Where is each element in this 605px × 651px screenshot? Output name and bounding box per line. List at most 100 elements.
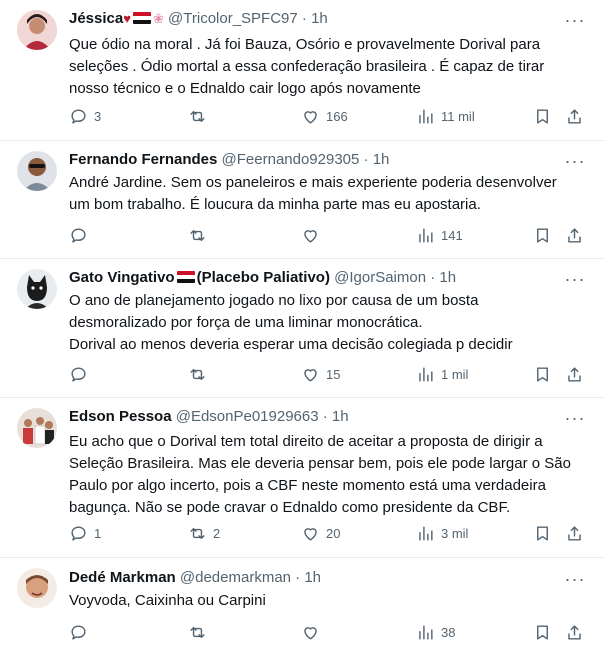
tweet-gato-vingativo[interactable]: Gato Vingativo (Placebo Paliativo) @IgorS… — [0, 259, 605, 398]
tweet-text-line: Dorival ao menos deveria esperar uma dec… — [69, 336, 513, 353]
separator-dot: · — [301, 10, 307, 27]
views-icon — [419, 227, 433, 243]
tweet-text-line: seleções . Ódio mortal a essa confederaç… — [69, 58, 545, 75]
views-button[interactable]: 1 mil — [416, 363, 468, 385]
user-handle[interactable]: @Feernando929305 — [222, 151, 360, 168]
timestamp[interactable]: 1h — [439, 269, 456, 286]
bookmark-button[interactable] — [533, 621, 552, 643]
tweet-header: Fernando Fernandes @Feernando929305 · 1h — [69, 150, 565, 170]
reply-icon — [71, 366, 86, 382]
timestamp[interactable]: 1h — [332, 408, 349, 425]
tweet-text-line: bagunça. Não se pode cravar o Ednaldo co… — [69, 499, 511, 516]
timestamp[interactable]: 1h — [304, 569, 321, 586]
avatar[interactable] — [17, 269, 57, 309]
share-icon — [568, 366, 581, 382]
repost-button[interactable] — [188, 105, 213, 127]
separator-dot: · — [363, 151, 369, 168]
repost-icon — [190, 368, 205, 380]
more-icon[interactable]: ··· — [563, 11, 587, 34]
like-icon — [304, 626, 317, 640]
tweet-text-line: Que ódio na moral . Já foi Bauza, Osório… — [69, 36, 541, 53]
like-count: 15 — [326, 366, 341, 382]
reply-button[interactable]: 3 — [69, 105, 101, 127]
like-icon — [304, 229, 317, 243]
repost-button[interactable] — [188, 363, 213, 385]
avatar[interactable] — [17, 568, 57, 608]
bookmark-icon — [537, 624, 548, 640]
repost-count: 2 — [213, 525, 221, 541]
tweet-header: Gato Vingativo (Placebo Paliativo) @IgorS… — [69, 268, 565, 288]
tweet-header: Dedé Markman @dedemarkman · 1h — [69, 568, 565, 588]
like-icon — [304, 368, 317, 382]
display-name-suffix[interactable]: (Placebo Paliativo) — [197, 269, 330, 286]
tweet-dede-markman[interactable]: Dedé Markman @dedemarkman · 1h ··· Voyvo… — [0, 558, 605, 651]
timestamp[interactable]: 1h — [373, 151, 390, 168]
views-button[interactable]: 11 mil — [416, 105, 475, 127]
views-icon — [419, 108, 433, 124]
display-name[interactable]: Jéssica — [69, 10, 123, 27]
repost-icon — [190, 110, 205, 122]
like-button[interactable]: 20 — [301, 522, 340, 544]
reply-count: 1 — [94, 525, 102, 541]
share-button[interactable] — [565, 224, 584, 246]
tweet-text: Eu acho que o Dorival tem total direito … — [69, 431, 585, 519]
tweet-actions: 1 2 20 3 mil — [69, 522, 589, 544]
like-button[interactable]: 166 — [301, 105, 348, 127]
share-button[interactable] — [565, 363, 584, 385]
user-handle[interactable]: @dedemarkman — [180, 569, 291, 586]
tweet-text-line: Voyvoda, Caixinha ou Carpini — [69, 592, 266, 609]
repost-button[interactable]: 2 — [188, 522, 220, 544]
views-icon — [419, 624, 433, 640]
reply-button[interactable] — [69, 363, 94, 385]
tweet-header: Jéssica♥ ❀ @Tricolor_SPFC97 · 1h — [69, 9, 565, 29]
avatar[interactable] — [17, 151, 57, 191]
bookmark-button[interactable] — [533, 363, 552, 385]
views-count: 1 mil — [441, 366, 469, 382]
views-button[interactable]: 3 mil — [416, 522, 468, 544]
avatar[interactable] — [17, 408, 57, 448]
views-button[interactable]: 38 — [416, 621, 455, 643]
tweet-actions: 38 — [69, 621, 589, 643]
tweet-text-line: André Jardine. Sem os paneleiros e mais … — [69, 174, 557, 191]
tweet-text-line: desmoralizado por força de uma liminar m… — [69, 314, 423, 331]
reply-button[interactable] — [69, 224, 94, 246]
reply-icon — [71, 624, 86, 640]
like-button[interactable] — [301, 621, 326, 643]
tweet-edson-pessoa[interactable]: Edson Pessoa @EdsonPe01929663 · 1h ··· E… — [0, 398, 605, 558]
separator-dot: · — [295, 569, 301, 586]
share-button[interactable] — [565, 105, 584, 127]
more-icon[interactable]: ··· — [563, 409, 587, 432]
share-button[interactable] — [565, 621, 584, 643]
display-name[interactable]: Fernando Fernandes — [69, 151, 217, 168]
bookmark-button[interactable] — [533, 105, 552, 127]
user-handle[interactable]: @Tricolor_SPFC97 — [168, 10, 298, 27]
views-icon — [419, 525, 433, 541]
separator-dot: · — [430, 269, 436, 286]
user-handle[interactable]: @EdsonPe01929663 — [176, 408, 319, 425]
tweet-text: André Jardine. Sem os paneleiros e mais … — [69, 172, 585, 216]
repost-button[interactable] — [188, 224, 213, 246]
display-name[interactable]: Edson Pessoa — [69, 408, 172, 425]
views-button[interactable]: 141 — [416, 224, 463, 246]
reply-button[interactable] — [69, 621, 94, 643]
like-button[interactable]: 15 — [301, 363, 340, 385]
tweet-text-line: Seleção Brasileira. Mas ele deveria pens… — [69, 455, 571, 472]
display-name[interactable]: Dedé Markman — [69, 569, 176, 586]
timestamp[interactable]: 1h — [311, 10, 328, 27]
tweet-text-line: nosso técnico e o Ednaldo cair logo após… — [69, 80, 421, 97]
user-handle[interactable]: @IgorSaimon — [334, 269, 426, 286]
avatar[interactable] — [17, 10, 57, 50]
like-icon — [304, 110, 317, 124]
bookmark-button[interactable] — [533, 224, 552, 246]
reply-count: 3 — [94, 108, 102, 124]
display-name[interactable]: Gato Vingativo — [69, 269, 175, 286]
like-button[interactable] — [301, 224, 326, 246]
share-button[interactable] — [565, 522, 584, 544]
repost-button[interactable] — [188, 621, 213, 643]
tweet-jessica[interactable]: Jéssica♥ ❀ @Tricolor_SPFC97 · 1h ··· Que … — [0, 0, 605, 141]
bookmark-button[interactable] — [533, 522, 552, 544]
flag-icon — [176, 271, 195, 283]
flower-emoji-icon: ❀ — [152, 11, 164, 26]
tweet-fernando[interactable]: Fernando Fernandes @Feernando929305 · 1h… — [0, 141, 605, 259]
reply-button[interactable]: 1 — [69, 522, 101, 544]
